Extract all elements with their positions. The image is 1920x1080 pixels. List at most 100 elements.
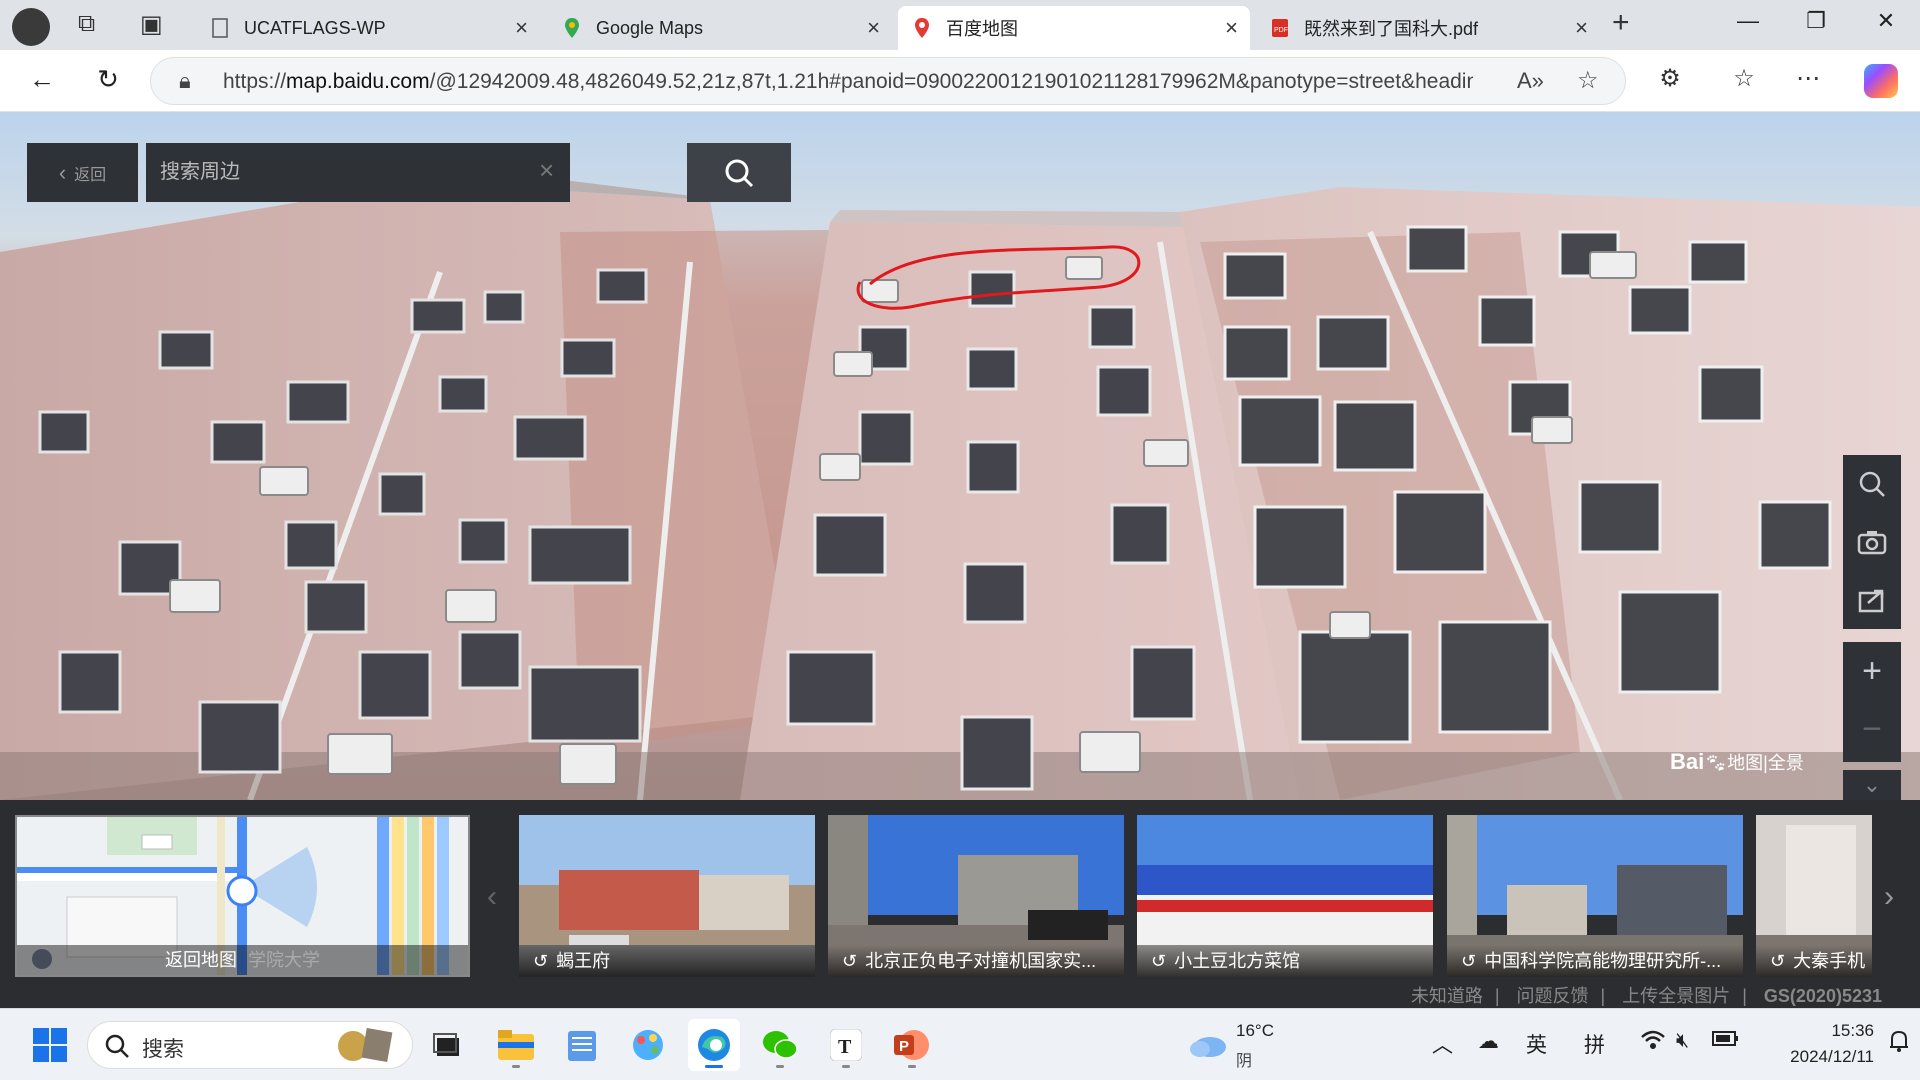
workspaces-icon[interactable]: ⧉ [78,10,95,38]
footer-link-feedback[interactable]: 问题反馈 [1517,986,1589,1006]
thumb-item[interactable]: ↺ 中国科学院高能物理研究所-... [1447,815,1743,977]
clock-date[interactable]: 2024/12/11 [1762,1047,1874,1067]
footer-license: GS(2020)5231 [1763,986,1882,1006]
task-view-icon[interactable] [422,1019,474,1071]
cloud-icon[interactable] [1188,1031,1228,1064]
maps-pin-icon [562,18,582,38]
favorites-icon[interactable]: ☆ [1726,64,1762,93]
chevron-down-icon[interactable]: ⌄ [1843,770,1901,800]
copilot-icon[interactable] [1864,64,1898,98]
tab-actions-icon[interactable]: ▣ [140,10,163,39]
close-window-button[interactable]: ✕ [1866,8,1906,34]
footer-link-upload[interactable]: 上传全景图片 [1622,986,1730,1006]
profile-avatar[interactable] [12,8,50,46]
tab-pdf[interactable]: PDF 既然来到了国科大.pdf × [1256,6,1600,50]
lock-icon[interactable]: 🔒︎ [179,68,191,94]
edge-icon[interactable] [688,1019,740,1071]
tab-bar: ⧉ ▣ UCATFLAGS-WP × Google Maps × 百度地图 × … [0,0,1920,50]
svg-text:PDF: PDF [1274,27,1288,34]
tab-baidu-map[interactable]: 百度地图 × [898,6,1250,50]
search-highlight-icon [361,1027,393,1063]
tab-label: UCATFLAGS-WP [244,17,386,38]
baidu-watermark: Bai🐾︎地图|全景 [1670,749,1804,774]
thumb-item[interactable]: ↺ 大秦手机 [1756,815,1872,977]
chevron-left-icon[interactable]: ‹ [487,880,497,914]
zoom-in-icon[interactable]: + [1843,642,1901,700]
svg-text:T: T [838,1036,852,1058]
volume-muted-icon[interactable]: 🔇︎ [1676,1029,1689,1053]
ime-lang[interactable]: 英 [1526,1029,1547,1059]
chevron-right-icon[interactable]: › [1884,880,1894,914]
restore-button[interactable]: ❐ [1796,8,1836,34]
minimize-button[interactable]: — [1728,8,1768,34]
footer-link-road[interactable]: 未知道路 [1411,986,1483,1006]
close-icon[interactable]: × [1225,15,1238,41]
notification-bell-icon[interactable] [1888,1029,1910,1059]
collapse-control: ⌄ [1843,770,1901,800]
tab-google-maps[interactable]: Google Maps × [548,6,892,50]
thumb-item[interactable]: ↺ 北京正负电子对撞机国家实... [828,815,1124,977]
thumb-item[interactable]: ↺ 小土豆北方菜馆 [1137,815,1433,977]
baidu-pin-icon [912,18,932,38]
pano-search-button[interactable] [687,143,791,202]
battery-icon[interactable] [1712,1029,1740,1053]
pano-search-input[interactable] [160,157,520,187]
return-to-map-label[interactable]: 返回地图 学院大学 [17,945,468,975]
taskbar-search[interactable]: 搜索 [87,1021,413,1069]
read-aloud-icon[interactable]: A» [1517,68,1544,94]
ime-mode[interactable]: 拼 [1584,1029,1605,1059]
search-icon[interactable] [1843,455,1901,513]
wechat-icon[interactable] [754,1019,806,1071]
share-icon[interactable] [1843,571,1901,629]
zoom-out-icon[interactable]: − [1843,700,1901,758]
tab-label: Google Maps [596,17,704,38]
typora-icon[interactable]: T [820,1019,872,1071]
weather-desc: 阴 [1236,1053,1253,1070]
extensions-icon[interactable]: ⚙ [1652,64,1688,93]
favorite-star-icon[interactable]: ☆ [1577,66,1599,95]
svg-text:P: P [899,1038,909,1055]
page-icon [210,18,230,38]
more-menu-icon[interactable]: ⋯ [1790,64,1826,93]
windows-logo-icon [33,1028,67,1062]
weather-temp[interactable]: 16°C [1236,1021,1274,1041]
close-icon[interactable]: × [867,15,880,41]
new-tab-button[interactable]: + [1612,6,1630,40]
taskbar: 搜索 T P 16°C 阴 ︿ ☁︎ 英 拼 🔇︎ 15:36 2024/12/… [0,1008,1920,1080]
pano-arrow-icon: ↺ [1461,951,1477,971]
street-view-panorama[interactable]: ‹ 返回 × + − ⌄ Bai🐾︎地图|全景 [0,112,1920,800]
close-icon[interactable]: × [515,15,528,41]
zoom-controls: + − [1843,642,1901,762]
pano-search-box: × [146,143,791,202]
address-bar: ← ↻ 🔒︎ https://map.baidu.com/@12942009.4… [0,50,1920,112]
bottom-panel: 返回地图 学院大学 ‹ ↺ 蝎王府 ↺ 北京正负电子对撞机国家实... ↺ 小土… [0,800,1920,1008]
onedrive-icon[interactable]: ☁︎ [1478,1029,1499,1054]
start-button[interactable] [24,1019,76,1071]
minimap[interactable]: 返回地图 学院大学 [15,815,470,977]
pano-back-button[interactable]: ‹ 返回 [27,143,138,202]
pano-arrow-icon: ↺ [1770,951,1786,971]
clock-time[interactable]: 15:36 [1794,1021,1874,1041]
url-field[interactable]: 🔒︎ https://map.baidu.com/@12942009.48,48… [150,57,1626,105]
chevron-up-icon[interactable]: ︿ [1432,1029,1453,1059]
pano-tools [1843,455,1901,629]
clear-icon[interactable]: × [539,155,554,186]
tab-ucatflags[interactable]: UCATFLAGS-WP × [196,6,540,50]
url-text[interactable]: https://map.baidu.com/@12942009.48,48260… [223,70,1473,94]
reload-button[interactable]: ↻ [90,64,126,95]
building-facade [0,177,1920,800]
powerpoint-icon[interactable]: P [886,1019,938,1071]
camera-icon[interactable] [1843,513,1901,571]
search-icon [105,1034,129,1058]
file-explorer-icon[interactable] [490,1019,542,1071]
thumb-item[interactable]: ↺ 蝎王府 [519,815,815,977]
pano-arrow-icon: ↺ [1151,951,1167,971]
notepad-icon[interactable] [556,1019,608,1071]
pdf-icon: PDF [1270,18,1290,38]
wifi-icon[interactable] [1640,1029,1666,1057]
back-button[interactable]: ← [24,64,60,95]
pano-arrow-icon: ↺ [842,951,858,971]
close-icon[interactable]: × [1575,15,1588,41]
paint-icon[interactable] [622,1019,674,1071]
tab-label: 百度地图 [946,19,1018,39]
